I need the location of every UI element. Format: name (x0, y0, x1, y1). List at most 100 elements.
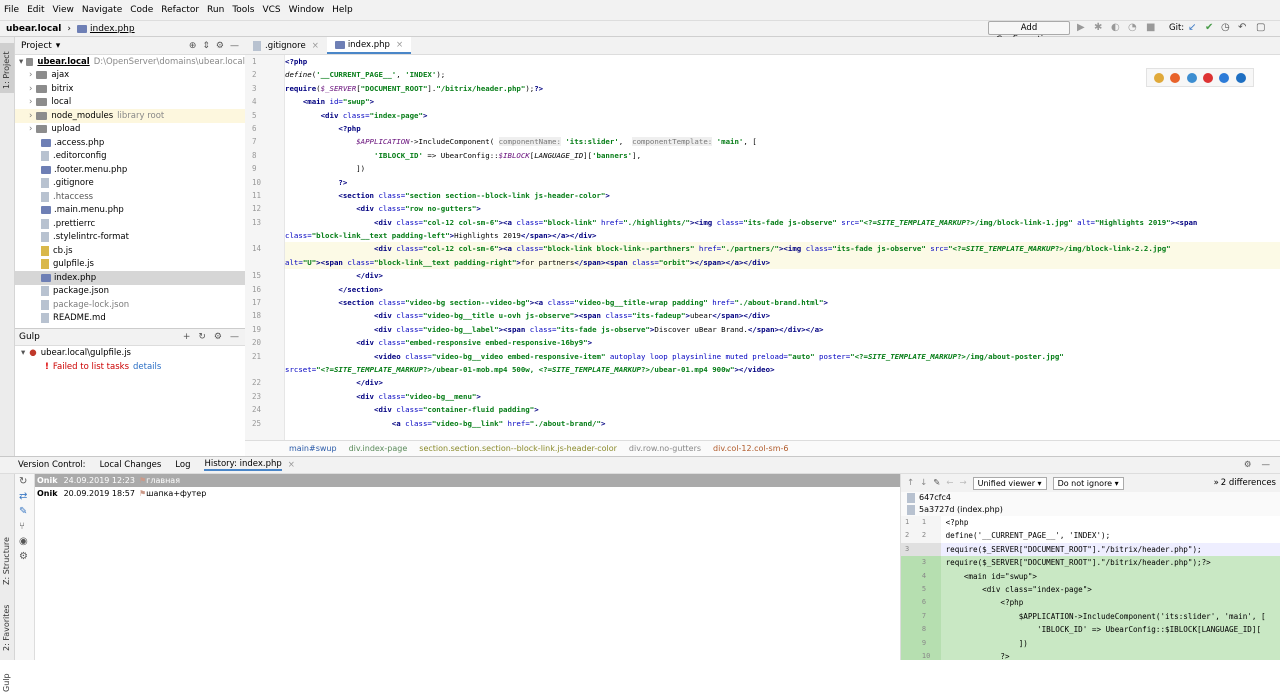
refresh-icon[interactable]: ↻ (198, 332, 206, 342)
structure-tool-tab[interactable]: Z: Structure (2, 537, 11, 585)
menu-edit[interactable]: Edit (27, 5, 44, 15)
tab-log[interactable]: Log (175, 460, 190, 470)
chevron-right-icon[interactable]: › (29, 70, 32, 80)
gulp-details-link[interactable]: details (133, 362, 161, 372)
add-icon[interactable]: + (183, 332, 191, 342)
tree-item[interactable]: › node_modules library root (15, 109, 245, 123)
run-icon[interactable]: ▶ (1077, 22, 1085, 33)
gulp-tool-tab[interactable]: Gulp (2, 673, 11, 692)
menu-help[interactable]: Help (332, 5, 353, 15)
window-icon[interactable]: ▢ (1256, 22, 1265, 33)
refresh-icon[interactable]: ↻ (15, 474, 34, 489)
project-tool-tab[interactable]: 1: Project (2, 51, 11, 89)
tree-item[interactable]: › bitrix (15, 82, 245, 96)
firefox-icon[interactable] (1170, 72, 1181, 83)
close-icon[interactable]: × (396, 40, 403, 50)
tree-item[interactable]: cb.js (15, 244, 245, 258)
menu-vcs[interactable]: VCS (262, 5, 280, 15)
history-row[interactable]: Onik 20.09.2019 18:57 ⚑ шапка+футер (35, 487, 900, 500)
profile-icon[interactable]: ◔ (1128, 22, 1137, 33)
update-project-icon[interactable]: ↙ (1188, 22, 1196, 33)
diff-view[interactable]: 1 1 <?php 2 2 define('__CURRENT_PAGE__', … (900, 516, 1280, 660)
chevron-right-icon[interactable]: › (29, 84, 32, 94)
ignore-select[interactable]: Do not ignore ▾ (1052, 476, 1124, 490)
minimize-icon[interactable]: — (230, 332, 239, 342)
eye-icon[interactable]: ◉ (15, 534, 34, 549)
breadcrumb-item[interactable]: main#swup (289, 444, 337, 453)
viewer-select[interactable]: Unified viewer ▾ (972, 476, 1047, 490)
chevron-right-icon[interactable]: › (29, 124, 32, 134)
opera-icon[interactable] (1203, 72, 1214, 83)
chevron-right-icon[interactable]: › (29, 97, 32, 107)
collapse-icon[interactable]: ⇕ (202, 41, 210, 51)
debug-icon[interactable]: ✱ (1094, 22, 1102, 33)
tree-item[interactable]: .stylelintrc-format (15, 231, 245, 245)
tree-item[interactable]: .access.php (15, 136, 245, 150)
annotate-icon[interactable]: ✎ (15, 504, 34, 519)
menu-window[interactable]: Window (289, 5, 325, 15)
menu-view[interactable]: View (53, 5, 74, 15)
edge-icon[interactable] (1235, 72, 1246, 83)
chevron-down-icon[interactable]: ▾ (21, 348, 25, 358)
tree-item[interactable]: .prettierrc (15, 217, 245, 231)
tab-local-changes[interactable]: Local Changes (100, 460, 162, 470)
tree-item[interactable]: .main.menu.php (15, 204, 245, 218)
menu-file[interactable]: File (4, 5, 19, 15)
tab-history[interactable]: History: index.php (204, 459, 282, 471)
tree-item[interactable]: .footer.menu.php (15, 163, 245, 177)
gear-icon[interactable]: ⚙ (1244, 460, 1252, 470)
tree-item[interactable]: .editorconfig (15, 150, 245, 164)
tree-item[interactable]: .gitignore (15, 177, 245, 191)
stop-icon[interactable]: ■ (1146, 22, 1155, 33)
tree-item[interactable]: package-lock.json (15, 298, 245, 312)
ie-icon[interactable] (1219, 72, 1230, 83)
close-icon[interactable]: × (288, 460, 295, 470)
back-icon[interactable]: ← (946, 478, 953, 488)
minimize-icon[interactable]: — (1262, 460, 1271, 470)
commit-icon[interactable]: ✔ (1205, 22, 1213, 33)
edit-icon[interactable]: ✎ (933, 478, 940, 488)
history-row[interactable]: Onik 24.09.2019 12:23 ⚑ главная (35, 474, 900, 487)
nav-file[interactable]: index.php (90, 24, 135, 34)
menu-navigate[interactable]: Navigate (82, 5, 122, 15)
menu-refactor[interactable]: Refactor (161, 5, 199, 15)
coverage-icon[interactable]: ◐ (1111, 22, 1120, 33)
add-configuration-button[interactable]: Add Configuration... (988, 21, 1070, 45)
gulp-file[interactable]: ubear.local\gulpfile.js (41, 348, 131, 358)
minimize-icon[interactable]: — (230, 41, 239, 51)
tab-gitignore[interactable]: .gitignore × (245, 37, 327, 54)
tree-item[interactable]: › upload (15, 123, 245, 137)
arrow-down-icon[interactable]: ↓ (920, 478, 927, 488)
close-icon[interactable]: × (312, 41, 319, 51)
locate-icon[interactable]: ⊕ (189, 41, 197, 51)
tree-item[interactable]: gulpfile.js (15, 258, 245, 272)
tree-root[interactable]: ▾ ubear.local D:\OpenServer\domains\ubear.… (15, 55, 245, 69)
code-editor[interactable]: <?php define('__CURRENT_PAGE__', 'INDEX'… (285, 55, 1280, 440)
compare-icon[interactable]: ⇄ (15, 489, 34, 504)
safari-icon[interactable] (1186, 72, 1197, 83)
tree-item[interactable]: › local (15, 96, 245, 110)
settings-icon[interactable]: ⚙ (15, 549, 34, 564)
arrow-up-icon[interactable]: ↑ (907, 478, 914, 488)
chevron-down-icon[interactable]: ▾ (56, 41, 61, 51)
breadcrumb-item[interactable]: div.row.no-gutters (629, 444, 701, 453)
tree-item[interactable]: README.md (15, 312, 245, 326)
tab-index-php[interactable]: index.php × (326, 37, 412, 54)
breadcrumb-item[interactable]: section.section.section--block-link.js-h… (419, 444, 617, 453)
nav-project[interactable]: ubear.local (6, 24, 61, 34)
gear-icon[interactable]: ⚙ (214, 332, 222, 342)
forward-icon[interactable]: → (960, 478, 967, 488)
revert-icon[interactable]: ↶ (1238, 22, 1246, 33)
menu-code[interactable]: Code (130, 5, 153, 15)
gear-icon[interactable]: ⚙ (216, 41, 224, 51)
branch-icon[interactable]: ⑂ (15, 519, 34, 534)
menu-tools[interactable]: Tools (232, 5, 254, 15)
project-view-selector[interactable]: Project (21, 41, 52, 51)
menu-run[interactable]: Run (207, 5, 224, 15)
chevron-down-icon[interactable]: ▾ (19, 57, 23, 67)
tree-item[interactable]: package.json (15, 285, 245, 299)
breadcrumb-item[interactable]: div.col-12.col-sm-6 (713, 444, 788, 453)
chevron-right-icon[interactable]: › (29, 111, 32, 121)
chrome-icon[interactable] (1154, 72, 1165, 83)
tree-item[interactable]: › ajax (15, 69, 245, 83)
